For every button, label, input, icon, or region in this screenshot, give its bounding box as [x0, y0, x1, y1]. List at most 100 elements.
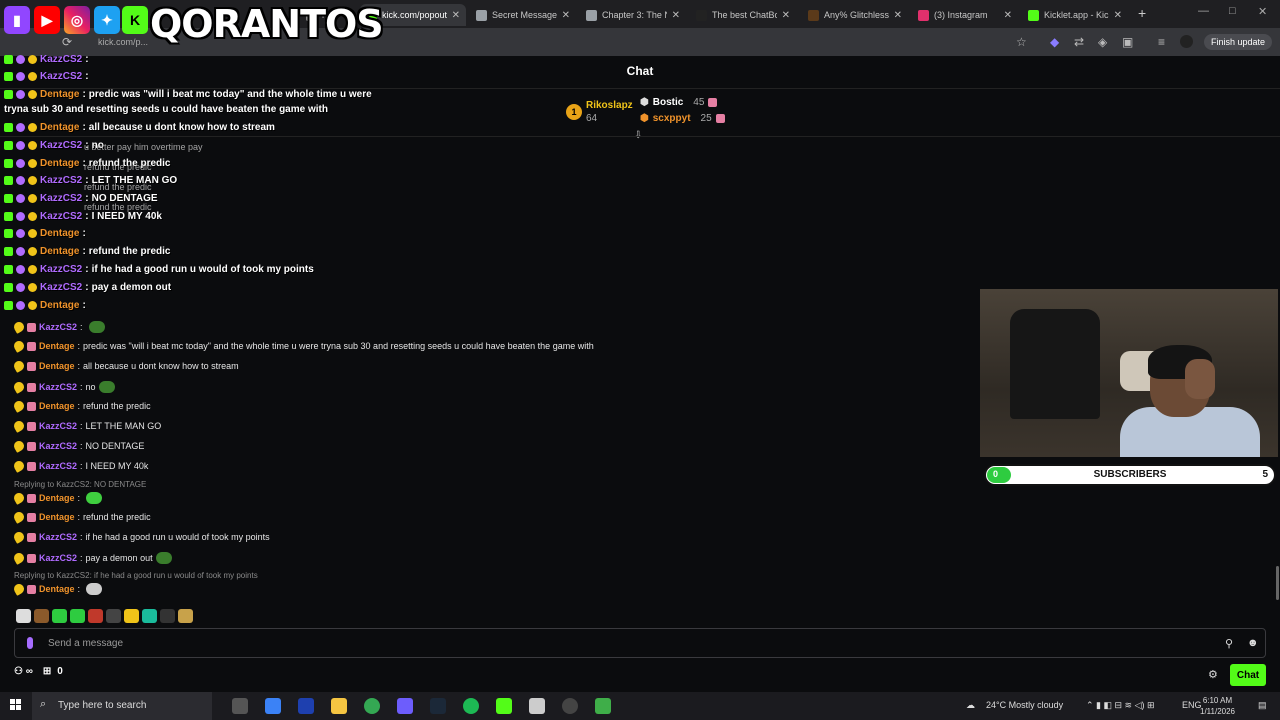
send-chat-button[interactable]: Chat [1230, 664, 1266, 686]
steam-icon[interactable] [430, 698, 446, 714]
chat-message[interactable]: KazzCS2: NO DENTAGE [12, 439, 144, 453]
message-username[interactable]: Dentage [39, 361, 75, 371]
app-icon[interactable] [529, 698, 545, 714]
quick-emote-icon[interactable] [34, 609, 49, 623]
tray-icons[interactable]: ⌃ ▮ ◧ ⊟ ≋ ◁) ⊞ [1086, 700, 1155, 711]
obs-icon[interactable] [562, 698, 578, 714]
close-tab-icon[interactable]: ✕ [452, 10, 466, 21]
sidebar-icon[interactable]: ≡ [1158, 35, 1165, 49]
browser-tab[interactable]: Secret Message L ✕ [470, 4, 576, 26]
chat-message[interactable]: Dentage: [12, 491, 103, 505]
finish-update-button[interactable]: Finish update [1204, 34, 1273, 50]
message-username[interactable]: Dentage [39, 493, 75, 503]
close-tab-icon[interactable]: ✕ [1004, 10, 1018, 21]
clock[interactable]: 6:10 AM 1/11/2026 [1200, 695, 1235, 717]
message-username[interactable]: Dentage [39, 512, 75, 522]
quick-emote-icon[interactable] [70, 609, 85, 623]
chat-input[interactable]: Send a message ⚲ ☻ [14, 628, 1266, 658]
browser-tab[interactable]: Kicklet.app - Kick ✕ [1022, 4, 1128, 26]
chat-message[interactable]: Dentage: all because u dont know how to s… [12, 359, 239, 373]
leaderboard-first[interactable]: 1 Rikoslapz 64 [566, 100, 633, 124]
quick-emote-icon[interactable] [160, 609, 175, 623]
close-tab-icon[interactable]: ✕ [672, 10, 686, 21]
close-tab-icon[interactable]: ✕ [894, 10, 908, 21]
spotify-icon[interactable] [463, 698, 479, 714]
message-username[interactable]: Dentage [39, 584, 75, 594]
notifications-icon[interactable]: ▤ [1258, 700, 1267, 711]
maximize-button[interactable]: □ [1229, 5, 1236, 17]
quick-emote-icon[interactable] [124, 609, 139, 623]
quick-emote-icon[interactable] [106, 609, 121, 623]
chrome-icon[interactable] [364, 698, 380, 714]
message-username[interactable]: KazzCS2 [39, 382, 77, 392]
translate-icon[interactable]: ⇄ [1074, 35, 1084, 49]
leaderboard-third[interactable]: ⬢ scxppyt 25 [640, 113, 725, 124]
language-indicator[interactable]: ENG [1182, 700, 1202, 710]
close-tab-icon[interactable]: ✕ [1114, 10, 1128, 21]
chat-message[interactable]: KazzCS2: I NEED MY 40k [12, 459, 148, 473]
emote-icon[interactable] [98, 381, 115, 393]
message-username[interactable]: KazzCS2 [39, 441, 77, 451]
quick-emote-icon[interactable] [142, 609, 157, 623]
task-view-icon[interactable] [232, 698, 248, 714]
chat-message[interactable]: KazzCS2: pay a demon out [12, 551, 172, 565]
reply-context[interactable]: Replying to KazzCS2: NO DENTAGE [14, 480, 146, 489]
mic-icon[interactable] [27, 637, 33, 649]
chat-message[interactable]: KazzCS2: LET THE MAN GO [12, 419, 161, 433]
quick-emote-icon[interactable] [178, 609, 193, 623]
scrollbar[interactable] [1276, 566, 1279, 600]
new-tab-button[interactable]: + [1138, 5, 1146, 21]
kick-app-icon[interactable] [496, 698, 512, 714]
quick-emote-icon[interactable] [88, 609, 103, 623]
close-window-button[interactable]: ✕ [1258, 5, 1267, 18]
bookmark-star-icon[interactable]: ☆ [1016, 35, 1027, 49]
emote-icon[interactable] [155, 552, 172, 564]
extension-icon[interactable]: ◆ [1050, 35, 1059, 49]
settings-gear-icon[interactable]: ⚙ [1208, 668, 1218, 681]
windows-start-icon[interactable] [10, 699, 22, 711]
browser-tab[interactable]: The best ChatBot ✕ [690, 4, 796, 26]
chat-message[interactable]: Dentage: refund the predic [12, 399, 151, 413]
puzzle-icon[interactable]: ▣ [1122, 35, 1133, 49]
profile-avatar[interactable] [1180, 35, 1193, 48]
chat-message[interactable]: Dentage: refund the predic [12, 510, 151, 524]
close-tab-icon[interactable]: ✕ [782, 10, 796, 21]
leaderboard-second[interactable]: ⬢ Bostic 45 [640, 97, 718, 108]
minecraft-icon[interactable] [595, 698, 611, 714]
smiley-icon[interactable]: ☻ [1247, 637, 1259, 649]
quick-emote-icon[interactable] [16, 609, 31, 623]
chat-message[interactable]: KazzCS2: if he had a good run u would of … [12, 530, 270, 544]
browser-tab[interactable]: Any% Glitchless ✕ [802, 4, 908, 26]
message-username[interactable]: Dentage [39, 401, 75, 411]
points-icon[interactable]: ⚇ ∞ [14, 666, 33, 677]
chat-message[interactable]: KazzCS2: no [12, 380, 115, 394]
minimize-button[interactable]: — [1198, 5, 1209, 17]
emote-icon[interactable] [88, 321, 105, 333]
message-username[interactable]: KazzCS2 [39, 553, 77, 563]
chat-message[interactable]: Dentage: [12, 582, 103, 596]
app-icon[interactable] [397, 698, 413, 714]
chat-message[interactable]: Dentage: predic was "will i beat mc today… [12, 339, 594, 353]
message-username[interactable]: Dentage [39, 341, 75, 351]
reply-context[interactable]: Replying to KazzCS2: if he had a good ru… [14, 571, 258, 580]
message-username[interactable]: KazzCS2 [39, 532, 77, 542]
emote-picker-icon[interactable]: ⚲ [1225, 637, 1233, 650]
browser-tab[interactable]: (3) Instagram ✕ [912, 4, 1018, 26]
weather-icon[interactable]: ☁ [966, 700, 975, 711]
quick-emote-icon[interactable] [52, 609, 67, 623]
emote-icon[interactable] [86, 492, 103, 504]
leaderboard-name: Bostic [652, 97, 684, 108]
emote-icon[interactable] [86, 583, 103, 595]
message-username[interactable]: KazzCS2 [39, 421, 77, 431]
chat-message[interactable]: KazzCS2: [12, 320, 105, 334]
copilot-icon[interactable] [265, 698, 281, 714]
taskbar-search[interactable]: ⌕ Type here to search [32, 692, 212, 720]
close-tab-icon[interactable]: ✕ [562, 10, 576, 21]
weather-text[interactable]: 24°C Mostly cloudy [986, 700, 1063, 710]
browser-tab[interactable]: Chapter 3: The N ✕ [580, 4, 686, 26]
message-username[interactable]: KazzCS2 [39, 322, 77, 332]
app-icon[interactable] [298, 698, 314, 714]
extension-icon[interactable]: ◈ [1098, 35, 1107, 49]
file-explorer-icon[interactable] [331, 698, 347, 714]
message-username[interactable]: KazzCS2 [39, 461, 77, 471]
